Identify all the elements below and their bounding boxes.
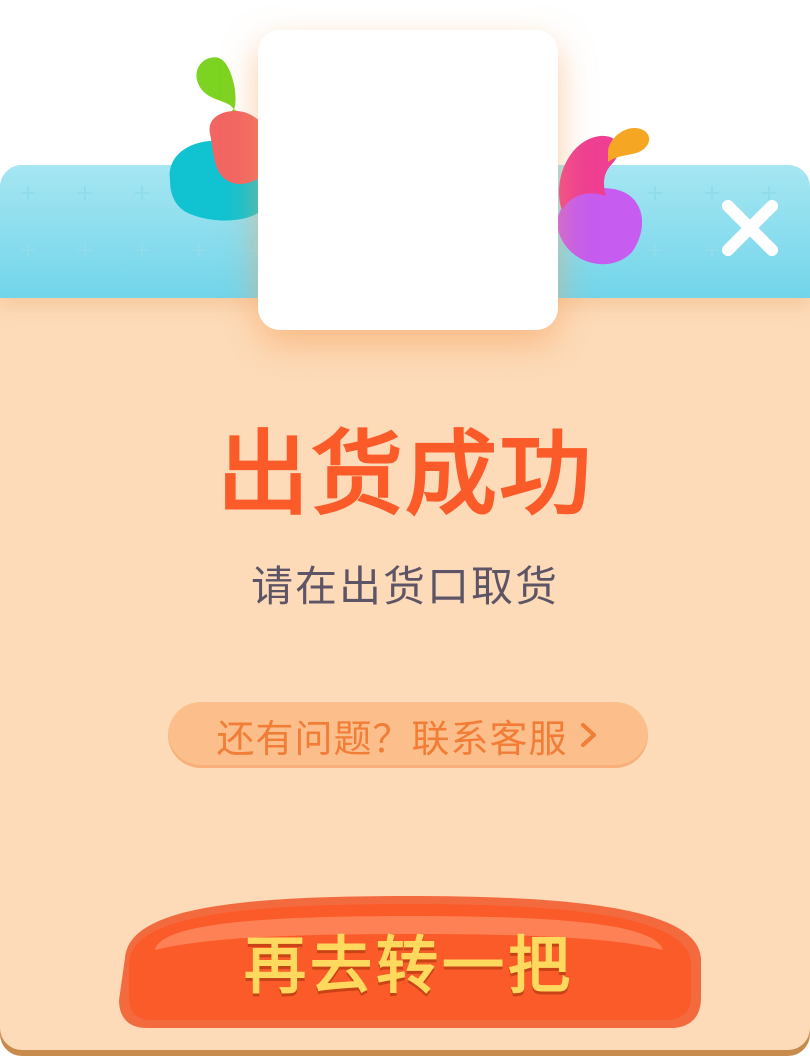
support-link-label: 还有问题？联系客服 bbox=[216, 716, 568, 761]
close-icon bbox=[722, 200, 778, 256]
dialog-subtitle: 请在出货口取货 bbox=[250, 562, 559, 611]
decor-blob-right bbox=[557, 128, 650, 265]
chevron-right-icon bbox=[580, 723, 596, 747]
cta-label: 再去转一把 bbox=[243, 929, 574, 1002]
close-button[interactable] bbox=[718, 196, 782, 260]
product-image-placeholder bbox=[258, 30, 558, 330]
dialog-title: 出货成功 bbox=[216, 421, 593, 528]
contact-support-link[interactable]: 还有问题？联系客服 bbox=[168, 702, 648, 768]
spin-again-button[interactable]: 再去转一把 bbox=[115, 888, 703, 1033]
